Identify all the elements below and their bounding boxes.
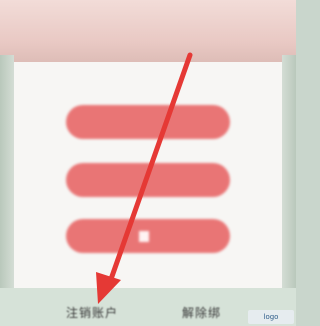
red-arrow-annotation <box>96 52 193 304</box>
watermark-logo: logo <box>248 310 294 324</box>
watermark-text: logo <box>263 313 279 321</box>
